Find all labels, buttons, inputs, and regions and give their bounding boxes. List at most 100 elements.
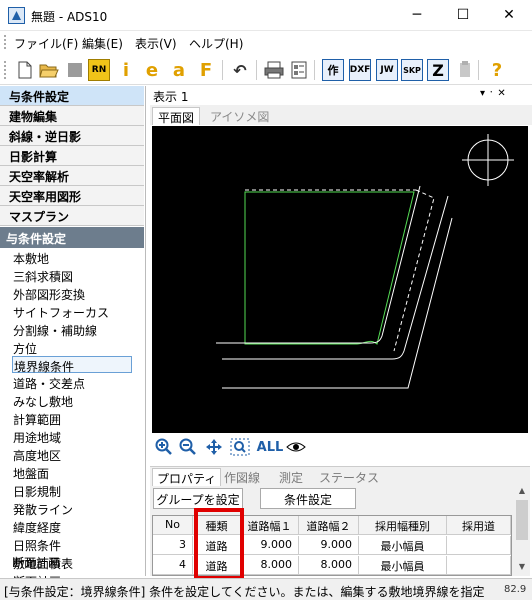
category-shadow-calc[interactable]: 日影計算 — [0, 146, 144, 166]
tab-status[interactable]: ステータス — [315, 468, 383, 486]
menu-grip — [4, 35, 7, 49]
table-cell-type[interactable]: 道路 — [193, 556, 241, 575]
open-folder-icon[interactable] — [38, 59, 60, 81]
list-item-sunlight[interactable]: 日照条件 — [12, 536, 132, 553]
tab-plan-view[interactable]: 平面図 — [152, 107, 201, 125]
road-line-2 — [222, 195, 449, 360]
menu-bar: ファイル(F) 編集(E) 表示(V) ヘルプ(H) — [0, 31, 532, 53]
toolbar-separator — [222, 60, 223, 80]
category-sky-shapes[interactable]: 天空率用図形 — [0, 186, 144, 206]
menu-view[interactable]: 表示(V) — [135, 35, 177, 52]
table-cell-width-kind[interactable]: 最小幅員 — [359, 536, 447, 555]
properties-scrollbar[interactable]: ▲ ▼ — [514, 486, 530, 576]
menu-help[interactable]: ヘルプ(H) — [189, 35, 243, 52]
new-file-icon[interactable] — [14, 59, 36, 81]
zoom-out-icon[interactable] — [178, 437, 198, 457]
boundary-table: No 種類 道路幅１ 道路幅２ 採用幅種別 採用道 3 道路 9.000 9.0… — [152, 515, 512, 576]
menu-edit[interactable]: 編集(E) — [82, 35, 123, 52]
a-icon[interactable]: a — [168, 59, 190, 81]
plan-drawing — [216, 134, 514, 389]
undo-icon[interactable]: ↶ — [229, 59, 251, 81]
scroll-down-icon[interactable]: ▼ — [514, 562, 530, 576]
f-icon[interactable]: F — [195, 59, 217, 81]
list-item-external-shape[interactable]: 外部図形変換 — [12, 285, 132, 302]
disabled-tool-icon — [454, 59, 476, 81]
list-item-divergence-line[interactable]: 発散ライン — [12, 500, 132, 517]
table-cell-width2[interactable]: 8.000 — [299, 556, 359, 575]
table-cell-adopted[interactable] — [447, 556, 511, 575]
list-item-lat-long[interactable]: 緯度経度 — [12, 518, 132, 535]
scrollbar-thumb[interactable] — [516, 500, 528, 540]
tab-properties[interactable]: プロパティ — [152, 468, 222, 486]
category-building-edit[interactable]: 建物編集 — [0, 106, 144, 126]
set-group-button[interactable]: グループを設定 — [153, 488, 243, 509]
tab-isometric-view[interactable]: アイソメ図 — [205, 107, 274, 125]
toolbar-separator — [256, 60, 257, 80]
zoom-toolbar: ALL — [150, 433, 530, 461]
category-mass-plan[interactable]: マスプラン — [0, 206, 144, 226]
view-tab-bar: 平面図 アイソメ図 — [150, 105, 532, 125]
list-item-site-focus[interactable]: サイトフォーカス — [12, 303, 132, 320]
scroll-up-icon[interactable]: ▲ — [514, 486, 530, 500]
status-bar: [与条件設定：境界線条件] 条件を設定してください。または、編集する敷地境界線を… — [0, 578, 532, 600]
zoom-window-icon[interactable] — [230, 437, 250, 457]
list-item-split-lines[interactable]: 分割線・補助線 — [12, 321, 132, 338]
list-item-section-plan-visible[interactable]: 断面計画 — [12, 554, 132, 572]
view-controls[interactable]: ▾ ᛫ ✕ — [480, 88, 506, 99]
tab-drawing-lines[interactable]: 作図線 — [220, 468, 264, 486]
col-header-width-kind: 採用幅種別 — [359, 516, 447, 535]
minimize-button[interactable]: ─ — [394, 0, 440, 31]
list-item-ground-level[interactable]: 地盤面 — [12, 464, 132, 481]
print-preview-icon[interactable] — [288, 59, 310, 81]
saku-button[interactable]: 作 — [322, 59, 344, 81]
list-item-main-site[interactable]: 本敷地 — [12, 249, 132, 266]
menu-file[interactable]: ファイル(F) — [14, 35, 78, 52]
help-icon[interactable]: ? — [486, 59, 508, 81]
eye-icon[interactable] — [286, 437, 306, 457]
rn-icon[interactable]: RN — [88, 59, 110, 81]
info-icon[interactable]: i — [115, 59, 137, 81]
col-header-width1: 道路幅１ — [241, 516, 299, 535]
properties-tab-bar: プロパティ 作図線 測定 ステータス — [150, 466, 530, 486]
view-title: 表示 1 — [153, 90, 189, 104]
condition-settings-button[interactable]: 条件設定 — [260, 488, 356, 509]
save-icon[interactable] — [64, 59, 86, 81]
list-item-boundary-conditions[interactable]: 境界線条件 — [12, 356, 132, 374]
app-icon — [8, 7, 25, 24]
tab-measure[interactable]: 測定 — [275, 468, 307, 486]
list-item-deemed-site[interactable]: みなし敷地 — [12, 392, 132, 409]
close-button[interactable]: ✕ — [486, 0, 532, 31]
z-button[interactable]: Z — [427, 59, 449, 81]
table-cell-width2[interactable]: 9.000 — [299, 536, 359, 555]
dxf-button[interactable]: DXF — [349, 59, 371, 81]
drawing-canvas[interactable] — [152, 126, 528, 433]
category-conditions[interactable]: 与条件設定 — [0, 86, 144, 106]
toolbar-separator — [478, 60, 479, 80]
list-item-calc-range[interactable]: 計算範囲 — [12, 410, 132, 427]
table-cell-width1[interactable]: 8.000 — [241, 556, 299, 575]
skp-button[interactable]: SKP — [401, 59, 423, 81]
table-cell-type[interactable]: 道路 — [193, 536, 241, 555]
status-message: [与条件設定：境界線条件] 条件を設定してください。または、編集する敷地境界線を… — [4, 585, 485, 599]
print-icon[interactable] — [263, 59, 285, 81]
jw-button[interactable]: JW — [376, 59, 398, 81]
list-item-shadow-regulation[interactable]: 日影規制 — [12, 482, 132, 499]
table-cell-width-kind[interactable]: 最小幅員 — [359, 556, 447, 575]
zoom-in-icon[interactable] — [154, 437, 174, 457]
list-item-triangulation[interactable]: 三斜求積図 — [12, 267, 132, 284]
list-item-use-zone[interactable]: 用途地域 — [12, 428, 132, 445]
category-sky-analysis[interactable]: 天空率解析 — [0, 166, 144, 186]
list-item-height-district[interactable]: 高度地区 — [12, 446, 132, 463]
list-item-road-intersection[interactable]: 道路・交差点 — [12, 374, 132, 391]
col-header-adopted: 採用道 — [447, 516, 511, 535]
list-item-orientation[interactable]: 方位 — [12, 339, 132, 356]
col-header-type: 種類 — [193, 516, 241, 535]
table-cell-adopted[interactable] — [447, 536, 511, 555]
e-icon[interactable]: e — [141, 59, 163, 81]
category-slant-shadow[interactable]: 斜線・逆日影 — [0, 126, 144, 146]
zoom-all-button[interactable]: ALL — [256, 437, 284, 457]
table-cell-no: 3 — [153, 536, 193, 555]
maximize-button[interactable]: ☐ — [440, 0, 486, 31]
table-cell-width1[interactable]: 9.000 — [241, 536, 299, 555]
pan-icon[interactable] — [204, 437, 224, 457]
